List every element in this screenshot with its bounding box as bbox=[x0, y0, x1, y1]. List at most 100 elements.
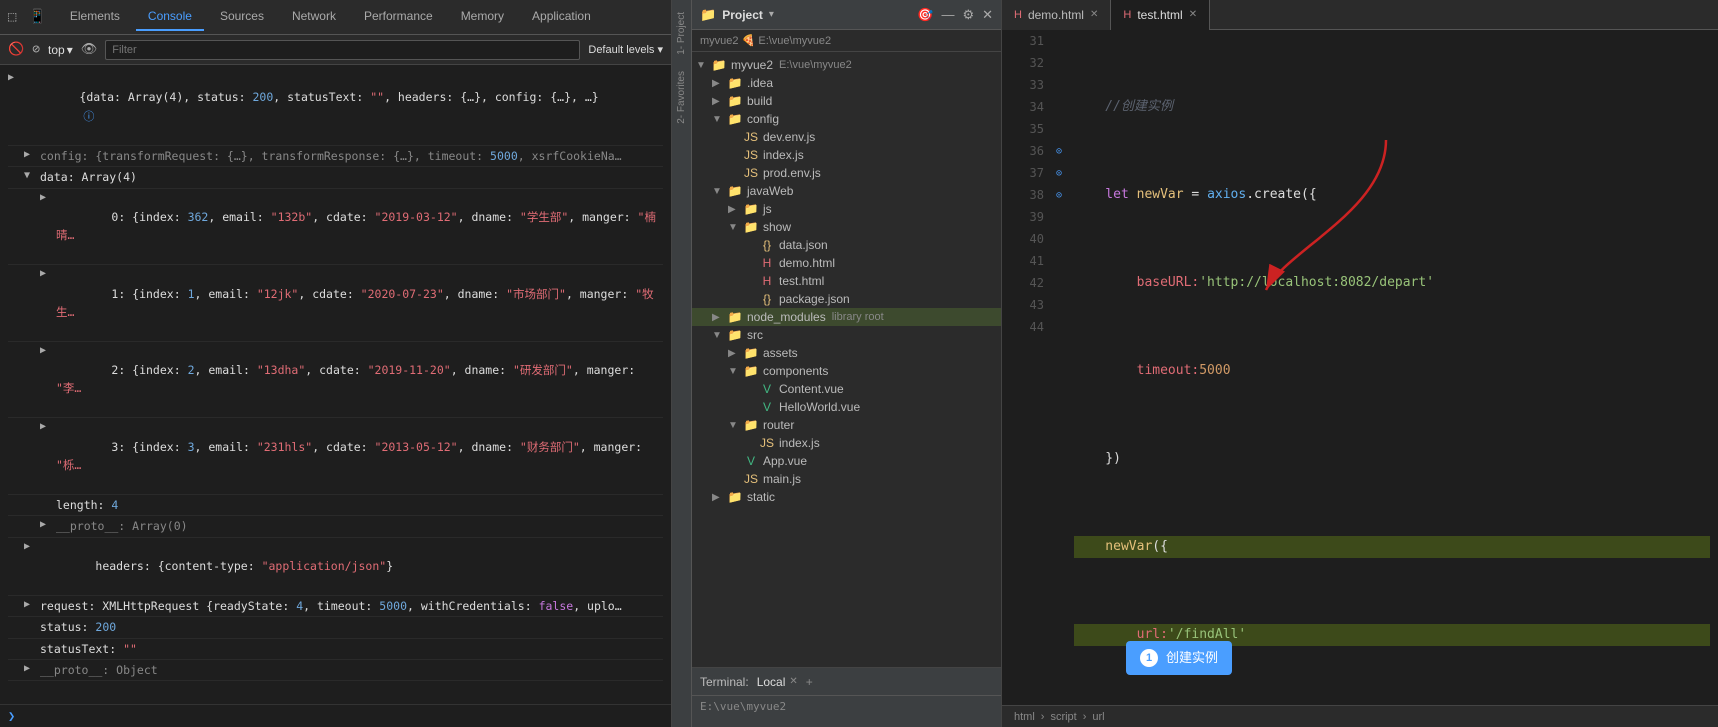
tree-components[interactable]: ▼ 📁 components bbox=[692, 362, 1001, 380]
tab-performance[interactable]: Performance bbox=[352, 3, 445, 31]
editor-tab-bar: H demo.html ✕ H test.html ✕ bbox=[1002, 0, 1718, 30]
expand-icon-10[interactable]: ▶ bbox=[24, 539, 36, 555]
tree-helloworldvue[interactable]: V HelloWorld.vue bbox=[692, 398, 1001, 416]
tooltip-text: 创建实例 bbox=[1166, 647, 1218, 669]
idea-label: .idea bbox=[747, 76, 773, 90]
linenum-37: 37 bbox=[1010, 162, 1044, 184]
tree-datajson[interactable]: {} data.json bbox=[692, 236, 1001, 254]
expand-icon-14[interactable]: ▶ bbox=[24, 661, 36, 677]
tree-contentvue[interactable]: V Content.vue bbox=[692, 380, 1001, 398]
tree-nodemodules[interactable]: ▶ 📁 node_modules library root bbox=[692, 308, 1001, 326]
console-text-11: request: XMLHttpRequest {readyState: 4, … bbox=[40, 597, 663, 615]
tab-memory[interactable]: Memory bbox=[449, 3, 516, 31]
js-folder-icon: 📁 bbox=[742, 202, 760, 216]
tree-build[interactable]: ▶ 📁 build bbox=[692, 92, 1001, 110]
tree-root[interactable]: ▼ 📁 myvue2 E:\vue\myvue2 bbox=[692, 56, 1001, 74]
default-levels-dropdown[interactable]: Default levels ▾ bbox=[588, 43, 663, 56]
editor-tab-demo[interactable]: H demo.html ✕ bbox=[1002, 0, 1111, 30]
tree-show[interactable]: ▼ 📁 show bbox=[692, 218, 1001, 236]
tree-static[interactable]: ▶ 📁 static bbox=[692, 488, 1001, 506]
testhtml-label: test.html bbox=[779, 274, 824, 288]
settings-icon[interactable]: ⚙ bbox=[962, 7, 974, 23]
console-text-3: data: Array(4) bbox=[40, 168, 663, 186]
expand-icon-9[interactable]: ▶ bbox=[40, 517, 52, 533]
console-line-13: statusText: "" bbox=[8, 639, 663, 660]
expand-icon-1[interactable]: ▶ bbox=[8, 70, 20, 86]
eye-icon[interactable]: 👁 bbox=[81, 42, 98, 57]
sidebar-strip: 1- Project 2- Favorites bbox=[672, 0, 692, 727]
close-icon[interactable]: ✕ bbox=[982, 7, 993, 23]
tree-demohtml[interactable]: H demo.html bbox=[692, 254, 1001, 272]
expand-icon-6[interactable]: ▶ bbox=[40, 343, 52, 359]
nodemodules-label: node_modules bbox=[747, 310, 826, 324]
tab-sources[interactable]: Sources bbox=[208, 3, 276, 31]
sidebar-project-label[interactable]: 1- Project bbox=[674, 4, 689, 63]
tree-router[interactable]: ▼ 📁 router bbox=[692, 416, 1001, 434]
tree-assets[interactable]: ▶ 📁 assets bbox=[692, 344, 1001, 362]
show-folder-icon: 📁 bbox=[742, 220, 760, 234]
let-kw: let bbox=[1074, 184, 1137, 206]
tab-application[interactable]: Application bbox=[520, 3, 603, 31]
linenum-43: 43 bbox=[1010, 294, 1044, 316]
gutter-31 bbox=[1052, 30, 1066, 52]
expand-icon-7[interactable]: ▶ bbox=[40, 419, 52, 435]
test-tab-label: test.html bbox=[1137, 8, 1182, 22]
tree-javaweb[interactable]: ▼ 📁 javaWeb bbox=[692, 182, 1001, 200]
tree-mainjs[interactable]: JS main.js bbox=[692, 470, 1001, 488]
terminal-tab-close-icon[interactable]: ✕ bbox=[789, 676, 797, 687]
terminal-tab-local[interactable]: Local ✕ bbox=[757, 675, 798, 689]
gutter-39 bbox=[1052, 206, 1066, 228]
tree-config[interactable]: ▼ 📁 config bbox=[692, 110, 1001, 128]
breadcrumb-path: myvue2 🍕 E:\vue\myvue2 bbox=[700, 34, 831, 47]
gutter-44 bbox=[1052, 316, 1066, 338]
locate-icon[interactable]: 🎯 bbox=[917, 7, 933, 23]
block-icon[interactable]: 🚫 bbox=[8, 42, 24, 57]
console-line-2: ▶ config: {transformRequest: {…}, transf… bbox=[8, 146, 663, 167]
tree-router-indexjs[interactable]: JS index.js bbox=[692, 434, 1001, 452]
tree-devenvjs[interactable]: JS dev.env.js bbox=[692, 128, 1001, 146]
device-icon[interactable]: 📱 bbox=[28, 9, 45, 25]
tree-src[interactable]: ▼ 📁 src bbox=[692, 326, 1001, 344]
root-name: myvue2 bbox=[731, 58, 773, 72]
tab-console[interactable]: Console bbox=[136, 3, 204, 31]
filetree-title: Project bbox=[722, 8, 763, 22]
tree-appvue[interactable]: V App.vue bbox=[692, 452, 1001, 470]
static-folder-icon: 📁 bbox=[726, 490, 744, 504]
clear-icon[interactable]: ⊘ bbox=[32, 42, 40, 57]
tab-elements[interactable]: Elements bbox=[58, 3, 132, 31]
editor-tab-test[interactable]: H test.html ✕ bbox=[1111, 0, 1210, 30]
demo-tab-close-icon[interactable]: ✕ bbox=[1090, 9, 1098, 20]
terminal-add-icon[interactable]: + bbox=[806, 675, 813, 689]
line-numbers: 31 32 33 34 35 36 37 38 39 40 41 42 43 4… bbox=[1002, 30, 1052, 705]
tree-idea[interactable]: ▶ 📁 .idea bbox=[692, 74, 1001, 92]
tree-js[interactable]: ▶ 📁 js bbox=[692, 200, 1001, 218]
expand-icon-11[interactable]: ▶ bbox=[24, 597, 36, 613]
expand-icon-4[interactable]: ▶ bbox=[40, 190, 52, 206]
expand-icon-5[interactable]: ▶ bbox=[40, 266, 52, 282]
mainjs-label: main.js bbox=[763, 472, 801, 486]
sidebar-structure-label[interactable]: 2- Favorites bbox=[674, 63, 689, 132]
collapse-icon[interactable]: — bbox=[941, 7, 954, 23]
editor-code-area: 31 32 33 34 35 36 37 38 39 40 41 42 43 4… bbox=[1002, 30, 1718, 705]
tree-prodenvjs[interactable]: JS prod.env.js bbox=[692, 164, 1001, 182]
contentvue-label: Content.vue bbox=[779, 382, 844, 396]
gutter-37: ⊙ bbox=[1052, 162, 1066, 184]
inspect-icon[interactable]: ⬚ bbox=[8, 9, 16, 25]
timeout-prop: timeout: bbox=[1074, 360, 1199, 382]
expand-icon-3[interactable]: ▼ bbox=[24, 168, 36, 184]
test-tab-close-icon[interactable]: ✕ bbox=[1189, 9, 1197, 20]
tree-packagejson[interactable]: {} package.json bbox=[692, 290, 1001, 308]
context-dropdown[interactable]: top ▾ bbox=[48, 43, 73, 57]
expand-icon-2[interactable]: ▶ bbox=[24, 147, 36, 163]
console-filter-input[interactable] bbox=[105, 40, 580, 60]
linenum-40: 40 bbox=[1010, 228, 1044, 250]
tree-testhtml[interactable]: H test.html bbox=[692, 272, 1001, 290]
linenum-35: 35 bbox=[1010, 118, 1044, 140]
root-arrow-icon: ▼ bbox=[696, 60, 710, 71]
gutter-41 bbox=[1052, 250, 1066, 272]
tab-network[interactable]: Network bbox=[280, 3, 348, 31]
helloworldvue-label: HelloWorld.vue bbox=[779, 400, 860, 414]
router-arrow-icon: ▼ bbox=[728, 420, 742, 431]
src-label: src bbox=[747, 328, 763, 342]
tree-indexjs-config[interactable]: JS index.js bbox=[692, 146, 1001, 164]
